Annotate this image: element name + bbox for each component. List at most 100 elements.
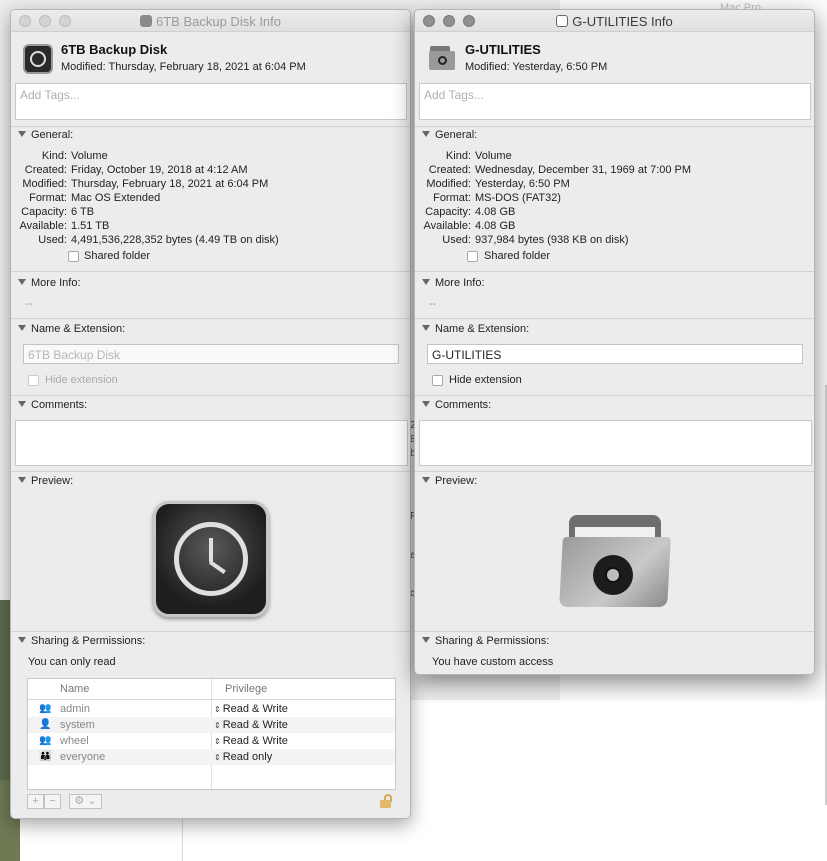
preview-section-toggle[interactable]: Preview:: [18, 475, 73, 487]
modified-row: Modified: Yesterday, 6:50 PM: [426, 178, 570, 190]
general-section-toggle[interactable]: General:: [18, 129, 73, 141]
tags-field[interactable]: Add Tags...: [419, 83, 811, 120]
created-row: Created: Friday, October 19, 2018 at 4:12…: [24, 164, 248, 176]
name-field[interactable]: G-UTILITIES: [427, 344, 803, 364]
comments-section-toggle[interactable]: Comments:: [422, 399, 491, 411]
more-info-section-toggle[interactable]: More Info:: [422, 277, 485, 289]
table-row[interactable]: 👤 system ⇕ Read & Write: [28, 717, 395, 733]
section-label: More Info:: [435, 277, 485, 289]
tags-field[interactable]: Add Tags...: [15, 83, 407, 120]
user-icon: 👤: [39, 719, 52, 730]
modified-summary: Modified: Yesterday, 6:50 PM: [465, 61, 608, 73]
disclosure-triangle-icon[interactable]: [18, 637, 26, 643]
add-user-button[interactable]: +: [27, 794, 44, 809]
disclosure-triangle-icon[interactable]: [18, 401, 26, 407]
info-window-g-utilities: G-UTILITIES Info G-UTILITIES Modified: Y…: [414, 9, 815, 675]
shared-folder-label: Shared folder: [484, 250, 551, 262]
item-name: G-UTILITIES: [465, 42, 541, 57]
more-info-value: --: [429, 298, 437, 310]
shared-folder-label: Shared folder: [84, 250, 151, 262]
used-row: Used: 937,984 bytes (938 KB on disk): [442, 234, 629, 246]
access-text: You have custom access: [432, 656, 554, 668]
disclosure-triangle-icon[interactable]: [422, 325, 430, 331]
sharing-section-toggle[interactable]: Sharing & Permissions:: [18, 635, 145, 647]
lock-icon[interactable]: [380, 794, 392, 808]
hide-extension-checkbox[interactable]: [28, 375, 39, 386]
privilege-popup[interactable]: ⇕ Read & Write: [214, 703, 288, 715]
user-name: everyone: [60, 751, 106, 763]
user-name: system: [60, 719, 95, 731]
name-extension-section-toggle[interactable]: Name & Extension:: [18, 323, 125, 335]
more-info-section-toggle[interactable]: More Info:: [18, 277, 81, 289]
comments-field[interactable]: [15, 420, 408, 466]
group-icon: 👥: [39, 735, 52, 746]
divider: [11, 395, 410, 396]
user-name: admin: [60, 703, 90, 715]
time-machine-disk-icon: [23, 44, 53, 74]
disclosure-triangle-icon[interactable]: [18, 477, 26, 483]
remove-user-button[interactable]: −: [44, 794, 61, 809]
window-title-text: G-UTILITIES Info: [572, 14, 673, 29]
hide-extension-checkbox[interactable]: [432, 375, 443, 386]
more-info-value: --: [25, 298, 33, 310]
column-header-privilege[interactable]: Privilege: [225, 683, 267, 695]
utilities-folder-icon: [429, 46, 455, 70]
divider: [11, 126, 410, 127]
section-label: Name & Extension:: [435, 323, 530, 335]
window-title: G-UTILITIES Info: [415, 14, 814, 29]
everyone-icon: 👪: [39, 751, 52, 762]
disclosure-triangle-icon[interactable]: [18, 325, 26, 331]
used-row: Used: 4,491,536,228,352 bytes (4.49 TB on…: [38, 234, 279, 246]
disclosure-triangle-icon[interactable]: [18, 279, 26, 285]
shared-folder-checkbox[interactable]: [68, 251, 79, 262]
user-name: wheel: [60, 735, 89, 747]
shared-folder-checkbox[interactable]: [467, 251, 478, 262]
available-row: Available: 4.08 GB: [423, 220, 516, 232]
disclosure-triangle-icon[interactable]: [18, 131, 26, 137]
title-bar[interactable]: G-UTILITIES Info: [415, 10, 814, 32]
section-label: General:: [435, 129, 478, 141]
action-menu-button[interactable]: ⚙ ⌄: [69, 794, 102, 809]
disclosure-triangle-icon[interactable]: [422, 401, 430, 407]
column-header-name[interactable]: Name: [60, 683, 89, 695]
modified-summary: Modified: Thursday, February 18, 2021 at…: [61, 61, 306, 73]
divider: [182, 818, 183, 861]
divider: [415, 631, 814, 632]
section-label: Preview:: [435, 475, 478, 487]
item-name: 6TB Backup Disk: [61, 42, 168, 57]
modified-row: Modified: Thursday, February 18, 2021 at …: [22, 178, 269, 190]
hide-extension-label: Hide extension: [45, 374, 118, 386]
disclosure-triangle-icon[interactable]: [422, 477, 430, 483]
divider: [415, 271, 814, 272]
section-label: More Info:: [31, 277, 81, 289]
utilities-folder-preview-icon: [559, 515, 671, 607]
general-section-toggle[interactable]: General:: [422, 129, 477, 141]
preview-section-toggle[interactable]: Preview:: [422, 475, 477, 487]
section-label: Sharing & Permissions:: [31, 635, 146, 647]
table-row[interactable]: 👥 wheel ⇕ Read & Write: [28, 733, 395, 749]
table-row[interactable]: 👪 everyone ⇕ Read only: [28, 749, 395, 765]
section-label: Sharing & Permissions:: [435, 635, 550, 647]
available-row: Available: 1.51 TB: [19, 220, 110, 232]
section-label: Comments:: [31, 399, 88, 411]
name-extension-section-toggle[interactable]: Name & Extension:: [422, 323, 529, 335]
section-label: Name & Extension:: [31, 323, 126, 335]
disk-icon: [140, 15, 152, 27]
disclosure-triangle-icon[interactable]: [422, 279, 430, 285]
disclosure-triangle-icon[interactable]: [422, 637, 430, 643]
name-field[interactable]: 6TB Backup Disk: [23, 344, 399, 364]
privilege-popup[interactable]: ⇕ Read only: [214, 751, 272, 763]
privilege-popup[interactable]: ⇕ Read & Write: [214, 735, 288, 747]
privilege-popup[interactable]: ⇕ Read & Write: [214, 719, 288, 731]
hide-extension-label: Hide extension: [449, 374, 522, 386]
group-icon: 👥: [39, 703, 52, 714]
comments-section-toggle[interactable]: Comments:: [18, 399, 87, 411]
comments-field[interactable]: [419, 420, 812, 466]
divider: [415, 318, 814, 319]
table-row[interactable]: 👥 admin ⇕ Read & Write: [28, 701, 395, 717]
title-bar[interactable]: 6TB Backup Disk Info: [11, 10, 410, 32]
sharing-section-toggle[interactable]: Sharing & Permissions:: [422, 635, 549, 647]
format-row: Format: MS-DOS (FAT32): [433, 192, 561, 204]
divider: [11, 318, 410, 319]
disclosure-triangle-icon[interactable]: [422, 131, 430, 137]
